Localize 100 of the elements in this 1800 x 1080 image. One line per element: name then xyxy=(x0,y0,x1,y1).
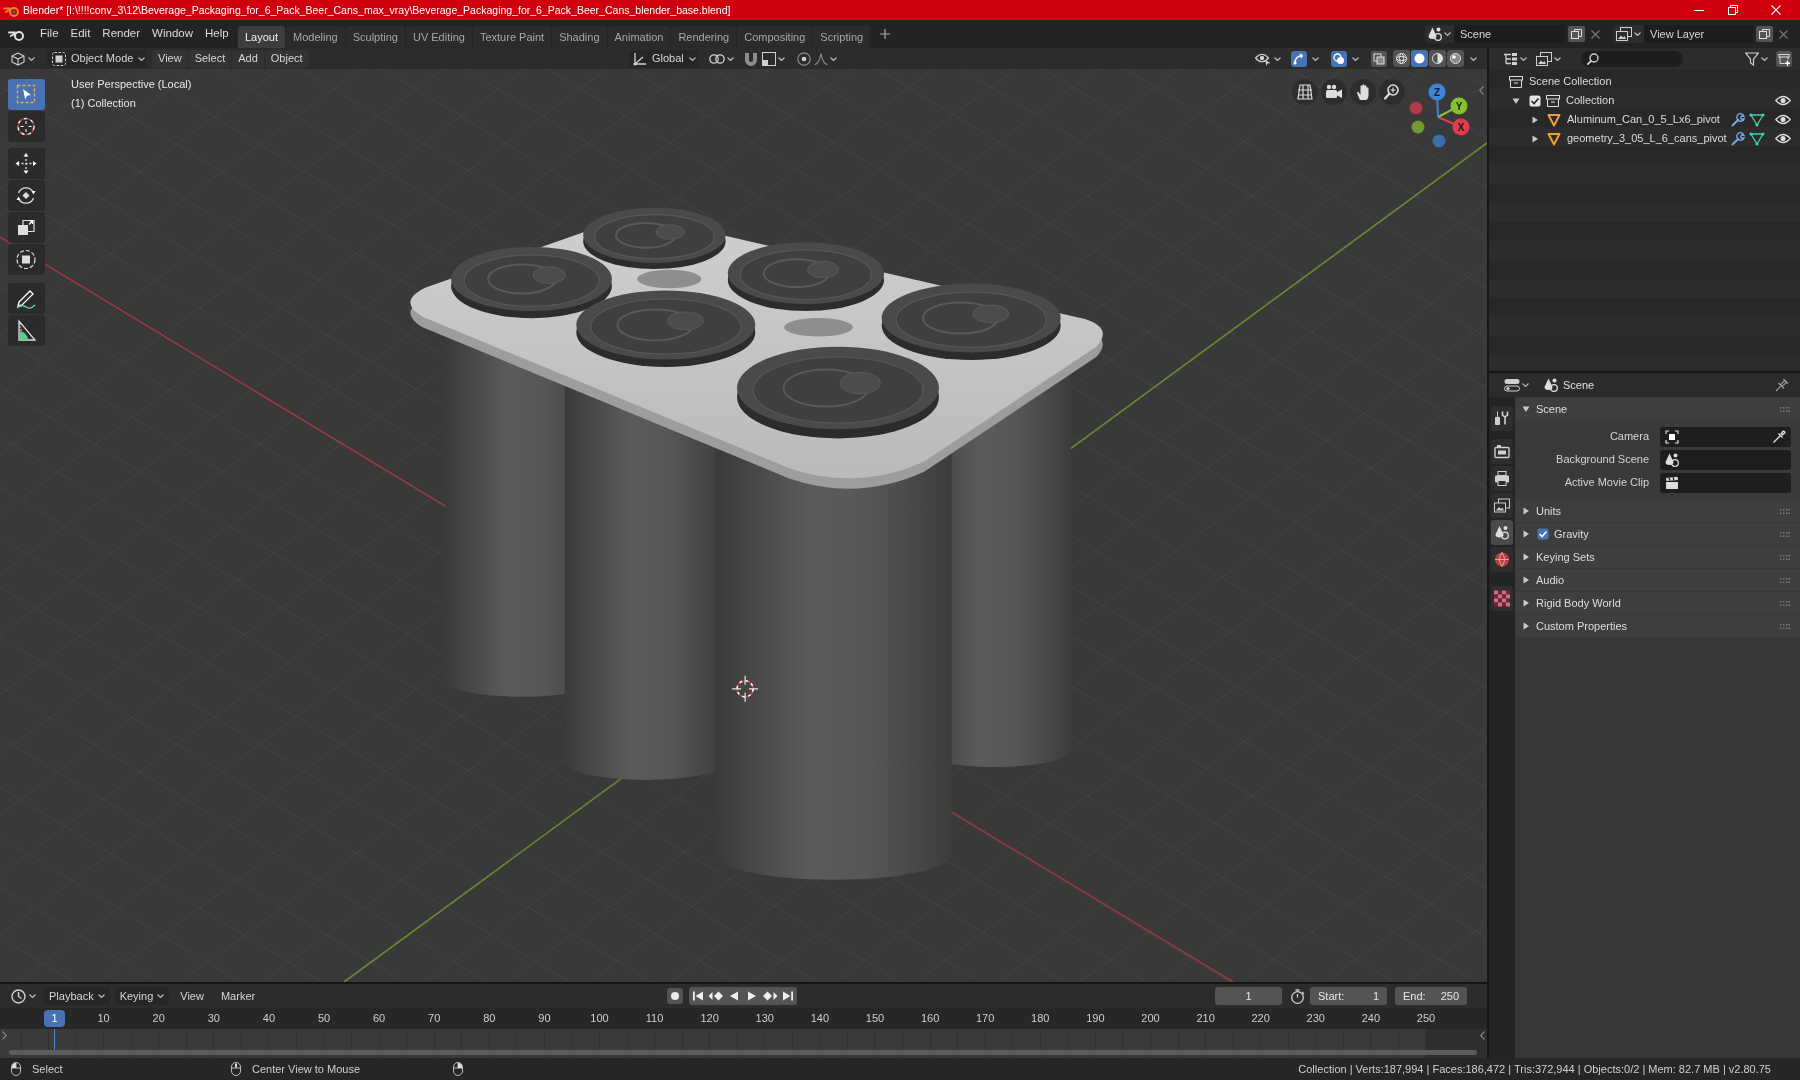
solid-sphere-icon[interactable] xyxy=(1411,50,1428,67)
eye-icon[interactable] xyxy=(1775,95,1791,106)
disclosure-triangle-icon[interactable] xyxy=(1522,576,1530,584)
disclosure-triangle-icon[interactable] xyxy=(1531,115,1539,124)
workspace-tab[interactable]: Sculpting xyxy=(345,26,405,48)
workspace-tab[interactable]: Modeling xyxy=(286,26,345,48)
cube-icon[interactable] xyxy=(11,51,25,66)
workspace-tab[interactable]: Texture Paint xyxy=(472,26,552,48)
checkbox[interactable] xyxy=(1529,94,1541,107)
outliner-row[interactable]: Scene Collection xyxy=(1489,72,1800,91)
panel-header[interactable]: Units xyxy=(1515,500,1800,522)
view-layer-name-field[interactable]: View Layer xyxy=(1644,25,1753,43)
move-arrows-icon[interactable] xyxy=(8,148,45,179)
chevron-icon[interactable] xyxy=(2,1031,7,1040)
menu-button[interactable]: Object xyxy=(264,49,309,68)
wireframe-sphere-icon[interactable] xyxy=(1393,50,1410,67)
menu-item[interactable]: Help xyxy=(199,28,235,40)
wrench-screwdriver-icon[interactable] xyxy=(1491,406,1513,431)
menu-button[interactable]: View xyxy=(152,49,188,68)
vertex-triangle-icon[interactable] xyxy=(1749,112,1765,127)
grip-dots-icon[interactable] xyxy=(1780,600,1790,606)
menu-dropdown[interactable]: Playback xyxy=(44,987,110,1005)
negative-y-axis-handle[interactable] xyxy=(1411,120,1425,134)
negative-z-axis-handle[interactable] xyxy=(1432,134,1446,148)
menu-button[interactable]: Select xyxy=(188,49,232,68)
disclosure-triangle-icon[interactable] xyxy=(1522,553,1530,561)
material-sphere-icon[interactable] xyxy=(1429,50,1446,67)
close-icon[interactable] xyxy=(1779,29,1788,39)
chevron-icon[interactable] xyxy=(1480,1031,1485,1040)
workspace-tab[interactable]: Shading xyxy=(552,26,607,48)
circle-dot-icon[interactable] xyxy=(797,51,811,66)
disclosure-triangle-icon[interactable] xyxy=(1531,134,1539,143)
current-frame-indicator[interactable]: 1 xyxy=(44,1010,65,1027)
disclosure-triangle-icon[interactable] xyxy=(1522,622,1530,630)
panel-header[interactable]: Custom Properties xyxy=(1515,615,1800,637)
object-field[interactable] xyxy=(1660,472,1791,493)
image-stack-icon[interactable] xyxy=(1491,493,1513,518)
printer-icon[interactable] xyxy=(1491,466,1513,491)
globe-icon[interactable] xyxy=(1491,547,1513,572)
duplicate-icon[interactable] xyxy=(1568,26,1585,42)
mode-dropdown[interactable]: Object Mode xyxy=(47,49,146,68)
scene-name-field[interactable]: Scene xyxy=(1454,25,1565,43)
disclosure-triangle-icon[interactable] xyxy=(1522,530,1530,538)
outliner-row[interactable]: Collection xyxy=(1489,91,1800,110)
plus-icon[interactable] xyxy=(880,29,891,39)
eye-pointer-icon[interactable] xyxy=(1255,51,1271,66)
minimize-icon[interactable] xyxy=(1694,9,1704,11)
disclosure-triangle-icon[interactable] xyxy=(1522,599,1530,607)
peak-curve-icon[interactable] xyxy=(814,52,828,65)
negative-x-axis-handle[interactable] xyxy=(1409,101,1423,115)
search-field[interactable] xyxy=(1581,51,1683,67)
workspace-tab[interactable]: Layout xyxy=(238,26,286,48)
checkbox[interactable] xyxy=(1537,528,1549,540)
image-stack-icon[interactable] xyxy=(1536,52,1552,66)
vertex-triangle-icon[interactable] xyxy=(1749,131,1765,146)
grip-dots-icon[interactable] xyxy=(1780,577,1790,583)
menu-item[interactable]: Edit xyxy=(64,28,97,40)
workspace-tab[interactable]: Animation xyxy=(607,26,671,48)
box-plus-icon[interactable] xyxy=(1776,51,1792,67)
outliner-row[interactable]: Aluminum_Can_0_5_Lx6_pivot xyxy=(1489,110,1800,129)
linked-circles-icon[interactable] xyxy=(709,52,725,65)
grip-dots-icon[interactable] xyxy=(1780,531,1790,537)
current-frame-field[interactable]: 1 xyxy=(1215,987,1282,1005)
duplicate-icon[interactable] xyxy=(1756,26,1773,42)
menu-item[interactable]: Window xyxy=(146,28,199,40)
tree-list-icon[interactable] xyxy=(1502,52,1518,66)
overlapping-squares-icon[interactable] xyxy=(1371,50,1387,67)
magnifier-icon[interactable] xyxy=(1379,79,1405,105)
rotate-arrows-icon[interactable] xyxy=(8,180,45,211)
object-field[interactable] xyxy=(1660,426,1791,447)
panel-header[interactable]: Gravity xyxy=(1515,523,1800,545)
overlapping-circles-icon[interactable] xyxy=(1331,50,1347,67)
workspace-tab[interactable]: Compositing xyxy=(737,26,813,48)
maximize-icon[interactable] xyxy=(1728,5,1738,15)
dashed-circle-square-icon[interactable] xyxy=(8,244,45,275)
end-frame-field[interactable]: End: 250 xyxy=(1395,987,1467,1005)
menu-button[interactable]: Add xyxy=(232,49,264,68)
grip-dots-icon[interactable] xyxy=(1780,508,1790,514)
pencil-icon[interactable] xyxy=(8,283,45,314)
grip-dots-icon[interactable] xyxy=(1780,623,1790,629)
eye-icon[interactable] xyxy=(1775,133,1791,144)
menu-item[interactable]: File xyxy=(34,28,65,40)
chevron-icon[interactable] xyxy=(1479,86,1484,95)
close-icon[interactable] xyxy=(1591,29,1600,39)
panel-header[interactable]: Scene xyxy=(1515,398,1800,420)
outliner-row[interactable]: geometry_3_05_L_6_cans_pivot xyxy=(1489,129,1800,148)
toggle-switches-icon[interactable] xyxy=(1504,378,1520,392)
clock-icon[interactable] xyxy=(11,988,26,1004)
eyedropper-icon[interactable] xyxy=(1772,429,1786,444)
corner-square-icon[interactable] xyxy=(762,51,776,66)
ruler-icon[interactable] xyxy=(8,315,45,346)
orientation-dropdown[interactable]: Global xyxy=(629,49,698,68)
crosshair-cursor-icon[interactable] xyxy=(8,111,45,142)
wrench-icon[interactable] xyxy=(1731,112,1745,127)
y-axis-handle[interactable]: Y xyxy=(1437,97,1468,118)
x-axis-handle[interactable]: X xyxy=(1437,116,1470,136)
camera-icon[interactable] xyxy=(1491,439,1513,464)
start-frame-field[interactable]: Start: 1 xyxy=(1310,987,1387,1005)
panel-header[interactable]: Rigid Body World xyxy=(1515,592,1800,614)
rendered-sphere-icon[interactable] xyxy=(1447,50,1464,67)
